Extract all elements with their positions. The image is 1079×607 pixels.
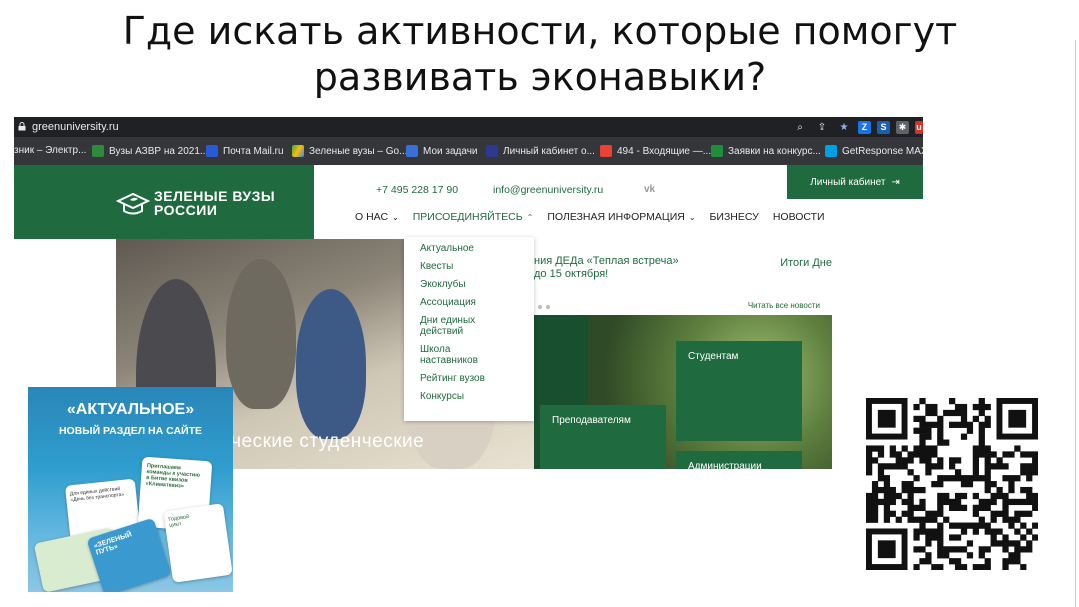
url-text[interactable]: greenuniversity.ru xyxy=(32,121,119,133)
bookmark-label: Личный кабинет о... xyxy=(503,145,595,157)
hero-caption: ические студенческие xyxy=(220,431,425,452)
google-drive-icon xyxy=(292,145,304,157)
forms-icon xyxy=(711,145,723,157)
bookmark-item[interactable]: Заявки на конкурс... xyxy=(711,145,821,157)
vk-icon[interactable]: vk xyxy=(644,184,655,195)
star-icon[interactable]: ★ xyxy=(836,119,852,135)
nav-label: НОВОСТИ xyxy=(772,211,825,223)
promo-image: «АКТУАЛЬНОЕ» НОВЫЙ РАЗДЕЛ НА САЙТЕ Для е… xyxy=(28,387,233,592)
dropdown-item-actual[interactable]: Актуальное xyxy=(420,243,534,254)
logo-panel[interactable]: ЗЕЛЕНЫЕ ВУЗЫ РОССИИ xyxy=(14,165,314,239)
nav-label: ПОЛЕЗНАЯ ИНФОРМАЦИЯ xyxy=(547,211,685,223)
gmail-icon xyxy=(600,145,612,157)
bookmark-label: Вузы АЗВР на 2021... xyxy=(109,145,209,157)
extension-z-icon[interactable]: Z xyxy=(858,120,871,134)
extension-puzzle-icon[interactable]: ✱ xyxy=(896,120,909,134)
mail-icon xyxy=(206,145,218,157)
tile-teachers[interactable]: Преподавателям xyxy=(540,405,666,469)
nav-label: ПРИСОЕДИНЯЙТЕСЬ xyxy=(412,211,523,223)
bookmark-item[interactable]: 494 - Входящие —... xyxy=(600,145,711,157)
bookmark-item[interactable]: Мои задачи xyxy=(406,145,478,157)
bookmark-label: Почта Mail.ru xyxy=(223,145,284,157)
dropdown-item-ecoclubs[interactable]: Экоклубы xyxy=(420,279,534,290)
slide-title-line1: Где искать активности, которые помогут xyxy=(122,9,958,53)
getresponse-icon xyxy=(825,145,837,157)
lock-icon xyxy=(18,122,26,131)
news-item[interactable]: ния ДЕДа «Теплая встреча» до 15 октября! xyxy=(534,255,679,281)
bookmark-item[interactable]: зник – Электр... xyxy=(14,145,86,156)
promo-subtitle: НОВЫЙ РАЗДЕЛ НА САЙТЕ xyxy=(58,425,203,437)
news-line: ния ДЕДа «Теплая встреча» xyxy=(534,255,679,267)
login-icon: ⇥ xyxy=(891,176,900,188)
dropdown-item-contests[interactable]: Конкурсы xyxy=(420,391,534,402)
cabinet-button[interactable]: Личный кабинет ⇥ xyxy=(787,165,923,199)
dropdown-item-mentor-school[interactable]: Школа наставников xyxy=(420,344,534,366)
carousel-dots[interactable] xyxy=(538,305,550,309)
logo-line2: РОССИИ xyxy=(154,202,218,218)
bookmark-item[interactable]: GetResponse MAX | xyxy=(825,145,923,157)
zoom-icon[interactable]: ⌕ xyxy=(792,119,808,135)
chevron-up-icon: ⌃ xyxy=(526,212,534,222)
extension-red-icon[interactable]: u xyxy=(915,120,923,134)
dropdown-item-association[interactable]: Ассоциация xyxy=(420,297,534,308)
bookmark-item[interactable]: Зеленые вузы – Go... xyxy=(292,145,407,157)
address-bar-icons: ⌕ ⇪ ★ Z S ✱ u xyxy=(792,119,923,135)
bookmark-label: Заявки на конкурс... xyxy=(728,145,821,157)
tasks-icon xyxy=(406,145,418,157)
nav-item-business[interactable]: БИЗНЕСУ xyxy=(710,211,759,223)
bookmark-label: Мои задачи xyxy=(423,145,478,157)
site-logo-text: ЗЕЛЕНЫЕ ВУЗЫ РОССИИ xyxy=(154,189,275,217)
promo-card: Годовой цикл xyxy=(163,503,233,583)
dropdown-item-action-days[interactable]: Дни единых действий xyxy=(420,315,534,337)
green-cross-icon xyxy=(92,145,104,157)
bookmark-label: 494 - Входящие —... xyxy=(617,145,712,157)
graduation-cap-icon xyxy=(116,192,150,215)
cabinet-label: Личный кабинет xyxy=(810,176,886,188)
slide-title: Где искать активности, которые помогут р… xyxy=(60,8,1020,100)
tile-students[interactable]: Студентам xyxy=(676,341,802,441)
bookmark-label: зник – Электр... xyxy=(14,145,87,156)
nav-item-about[interactable]: О НАС ⌄ xyxy=(355,211,399,223)
email-link[interactable]: info@greenuniversity.ru xyxy=(493,184,603,196)
address-bar[interactable]: greenuniversity.ru ⌕ ⇪ ★ Z S ✱ u xyxy=(14,117,923,137)
logo-line1: ЗЕЛЕНЫЕ ВУЗЫ xyxy=(154,188,276,204)
share-icon[interactable]: ⇪ xyxy=(814,119,830,135)
news-item[interactable]: Итоги Дне xyxy=(780,257,832,269)
audience-tiles: Студентам Преподавателям Администрации xyxy=(534,315,832,469)
chevron-down-icon: ⌄ xyxy=(688,212,696,222)
slide-edge-line xyxy=(1075,40,1076,607)
nav-label: БИЗНЕСУ xyxy=(709,211,759,223)
read-all-news-link[interactable]: Читать все новости xyxy=(748,301,820,310)
chevron-down-icon: ⌄ xyxy=(392,212,399,222)
tile-administration[interactable]: Администрации xyxy=(676,451,802,469)
person-shape xyxy=(296,289,366,439)
bookmark-item[interactable]: Вузы АЗВР на 2021... xyxy=(92,145,208,157)
extension-s-icon[interactable]: S xyxy=(877,120,890,134)
dropdown-item-rating[interactable]: Рейтинг вузов xyxy=(420,373,534,384)
bookmark-item[interactable]: Почта Mail.ru xyxy=(206,145,284,157)
bookmarks-bar: зник – Электр... Вузы АЗВР на 2021... По… xyxy=(14,137,923,165)
qr-code xyxy=(866,398,1038,570)
news-strip: ния ДЕДа «Теплая встреча» до 15 октября!… xyxy=(534,239,832,315)
person-shape xyxy=(226,259,296,409)
news-line: до 15 октября! xyxy=(534,268,609,280)
bookmark-label: GetResponse MAX | xyxy=(842,145,923,157)
join-dropdown-menu: Актуальное Квесты Экоклубы Ассоциация Дн… xyxy=(404,237,534,421)
promo-title: «АКТУАЛЬНОЕ» xyxy=(66,401,195,418)
cabinet-icon xyxy=(486,145,498,157)
slide-title-line2: развивать эконавыки? xyxy=(313,55,767,99)
nav-item-news[interactable]: НОВОСТИ xyxy=(773,211,825,223)
dropdown-item-quests[interactable]: Квесты xyxy=(420,261,534,272)
nav-item-join[interactable]: ПРИСОЕДИНЯЙТЕСЬ ⌃ xyxy=(413,211,534,223)
nav-label: О НАС xyxy=(355,211,389,223)
nav-item-useful-info[interactable]: ПОЛЕЗНАЯ ИНФОРМАЦИЯ ⌄ xyxy=(547,211,695,223)
main-nav: О НАС ⌄ ПРИСОЕДИНЯЙТЕСЬ ⌃ ПОЛЕЗНАЯ ИНФОРМА… xyxy=(355,211,825,223)
bookmark-item[interactable]: Личный кабинет о... xyxy=(486,145,595,157)
phone-link[interactable]: +7 495 228 17 90 xyxy=(376,184,458,196)
bookmark-label: Зеленые вузы – Go... xyxy=(309,145,408,157)
